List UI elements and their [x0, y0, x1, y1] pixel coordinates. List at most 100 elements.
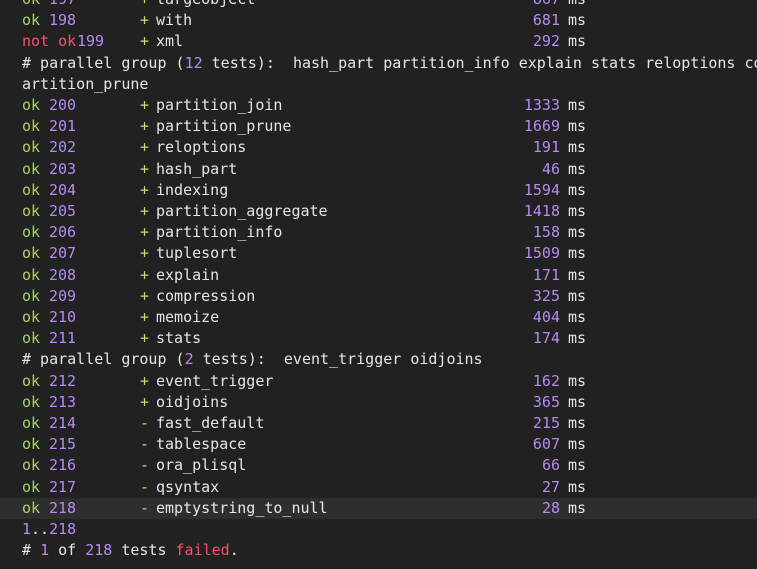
parallel-group-header: # parallel group (2 tests): event_trigge…: [22, 349, 483, 370]
test-mode-sign: -: [140, 456, 150, 475]
test-number: 202: [49, 138, 77, 157]
test-status: ok: [22, 0, 40, 10]
test-status: ok: [22, 392, 41, 411]
test-number: 210: [49, 308, 77, 326]
test-name: with: [156, 11, 193, 30]
test-status: ok: [22, 435, 41, 454]
test-result-row: ok 203 + hash_part 46 ms: [22, 159, 757, 180]
test-mode-sign: +: [140, 138, 150, 157]
test-status: ok: [22, 180, 41, 199]
group-test-list: event_trigger oidjoins: [283, 350, 483, 369]
duration-unit: ms: [568, 11, 587, 30]
test-number: 218: [49, 498, 77, 517]
test-mode-sign: +: [140, 223, 150, 242]
test-duration: 1594: [523, 180, 560, 199]
test-result-row: ok 206 + partition_info 158 ms: [22, 222, 757, 243]
duration-unit: ms: [568, 138, 587, 157]
test-name: partition_join: [156, 96, 283, 114]
test-name: partition_info: [156, 223, 283, 242]
duration-unit: ms: [568, 456, 587, 475]
test-status: ok: [22, 308, 41, 326]
test-number: 198: [49, 11, 77, 30]
duration-unit: ms: [568, 244, 587, 263]
test-number: 207: [49, 244, 77, 263]
summary-line: # 1 of 218 tests failed.: [22, 540, 239, 561]
test-status: ok: [22, 329, 41, 348]
test-status: ok: [22, 223, 41, 242]
test-duration: 1333: [523, 96, 560, 114]
duration-unit: ms: [568, 180, 587, 199]
test-duration: 191: [532, 138, 560, 157]
summary-failed: failed: [175, 541, 230, 560]
test-result-row: ok 216 - ora_plisql 66 ms: [22, 455, 757, 476]
test-status: ok: [22, 414, 41, 432]
test-status: ok: [22, 138, 41, 157]
group-count: 2: [184, 350, 194, 369]
test-number: 208: [49, 265, 77, 284]
test-mode-sign: +: [140, 329, 150, 348]
test-result-row: ok 210 + memoize 404 ms: [22, 307, 757, 328]
test-duration: 607: [532, 435, 560, 454]
duration-unit: ms: [568, 308, 587, 326]
test-number: 199: [77, 32, 105, 51]
test-mode-sign: +: [140, 117, 150, 136]
test-mode-sign: +: [140, 96, 150, 114]
test-status: ok: [22, 11, 41, 30]
group-count: 12: [184, 53, 203, 72]
test-mode-sign: +: [140, 32, 150, 51]
test-result-row: ok 208 + explain 171 ms: [22, 265, 757, 286]
test-result-row: ok 200 + partition_join 1333 ms: [22, 95, 757, 116]
test-mode-sign: +: [140, 0, 149, 10]
test-name: stats: [156, 329, 202, 348]
plan-end: 218: [49, 520, 77, 538]
test-result-row: ok 217 - qsyntax 27 ms: [22, 477, 757, 498]
test-mode-sign: +: [140, 392, 150, 411]
duration-unit: ms: [568, 265, 587, 284]
test-status: ok: [22, 96, 41, 114]
test-result-row: ok 211 + stats 174 ms: [22, 328, 757, 349]
summary-of: of: [49, 541, 86, 560]
test-result-row: not ok 199 + xml 292 ms: [22, 31, 757, 52]
test-name: largeobject: [156, 0, 255, 10]
test-mode-sign: +: [140, 308, 150, 326]
duration-unit: ms: [568, 498, 587, 517]
test-duration: 46: [541, 159, 560, 178]
duration-unit: ms: [568, 202, 587, 220]
duration-unit: ms: [568, 117, 587, 136]
test-duration: 1418: [523, 202, 560, 220]
test-duration: 28: [541, 498, 560, 517]
test-duration: 325: [532, 286, 560, 305]
test-duration: 27: [541, 477, 560, 496]
parallel-group-header: # parallel group (12 tests): hash_part p…: [22, 53, 757, 74]
test-number: 206: [49, 223, 77, 242]
test-status: ok: [22, 117, 41, 136]
test-duration: 404: [532, 308, 560, 326]
group-prefix: # parallel group (: [22, 350, 185, 369]
test-number: 209: [49, 286, 77, 305]
test-result-row: ok 207 + tuplesort 1509 ms: [22, 243, 757, 264]
duration-unit: ms: [568, 159, 587, 178]
test-result-row: ok 213 + oidjoins 365 ms: [22, 392, 757, 413]
test-mode-sign: +: [140, 371, 150, 390]
test-name: ora_plisql: [156, 456, 247, 475]
test-mode-sign: +: [140, 180, 150, 199]
test-result-row: ok 209 + compression 325 ms: [22, 286, 757, 307]
test-number: 197: [49, 0, 76, 10]
total-count: 218: [85, 541, 113, 560]
duration-unit: ms: [568, 477, 587, 496]
duration-unit: ms: [568, 0, 586, 10]
test-name: event_trigger: [156, 371, 274, 390]
test-number: 203: [49, 159, 77, 178]
test-name: tablespace: [156, 435, 247, 454]
duration-unit: ms: [568, 223, 587, 242]
test-mode-sign: +: [140, 286, 150, 305]
test-mode-sign: +: [140, 11, 150, 30]
test-name: reloptions: [156, 138, 247, 157]
test-number: 215: [49, 435, 77, 454]
test-status: ok: [22, 286, 41, 305]
test-result-row: ok 218 - emptystring_to_null 28 ms: [22, 498, 757, 519]
test-result-row: ok 215 - tablespace 607 ms: [22, 434, 757, 455]
test-duration: 1509: [523, 244, 560, 263]
group-test-list: hash_part partition_info explain stats r…: [292, 53, 757, 72]
test-name: fast_default: [156, 414, 265, 432]
